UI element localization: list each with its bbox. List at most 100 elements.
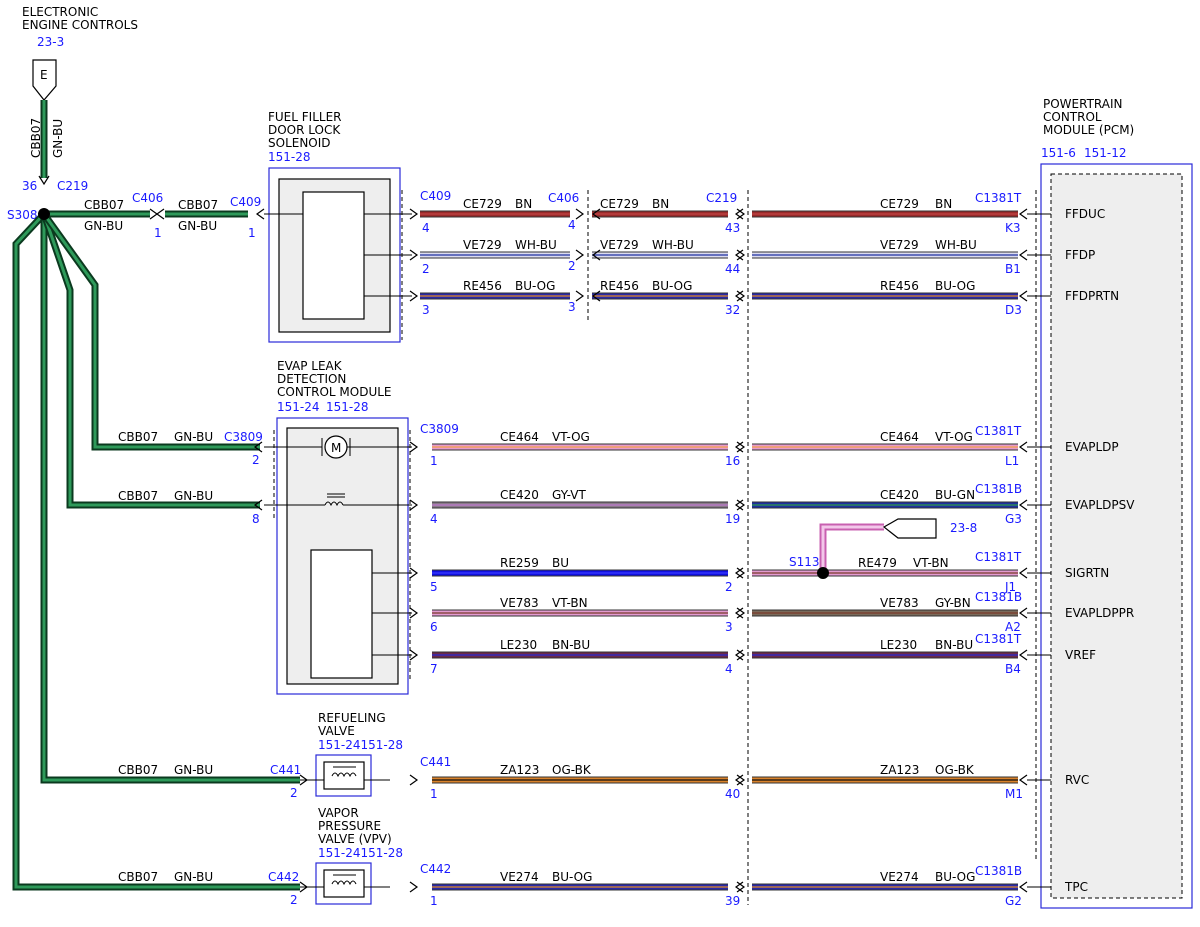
evapldp-right-conn: C1381T bbox=[975, 424, 1022, 438]
ffduc-left-pin: 4 bbox=[422, 221, 430, 235]
ffdls-title-line3: SOLENOID bbox=[268, 136, 331, 150]
rvc-seg3-color: OG-BK bbox=[935, 763, 975, 777]
ffdprtn-mid-arrow-a bbox=[575, 290, 585, 302]
tpc-seg3-color: BU-OG bbox=[935, 870, 975, 884]
refuel-ref[interactable]: 151-24151-28 bbox=[318, 738, 403, 752]
vref-left-pin: 7 bbox=[430, 662, 438, 676]
splice-s308-dot bbox=[38, 208, 50, 220]
c406-arrow-a bbox=[149, 208, 159, 220]
evapldppr-c219-pin: 3 bbox=[725, 620, 733, 634]
evapldp-seg1-circuit: CE464 bbox=[500, 430, 539, 444]
evapldp-c219-pin: 16 bbox=[725, 454, 740, 468]
evapldppr-pcm-label: EVAPLDPPR bbox=[1065, 606, 1134, 620]
s113-ref[interactable]: 23-8 bbox=[950, 521, 977, 535]
c409-ground-connector[interactable]: C409 bbox=[230, 195, 261, 209]
ffdprtn-seg2-circuit: RE456 bbox=[600, 279, 639, 293]
eec-title-line1: ELECTRONIC bbox=[22, 5, 98, 19]
ffdprtn-left-pin: 3 bbox=[422, 303, 430, 317]
evapldppr-seg3-circuit: VE783 bbox=[880, 596, 919, 610]
evapldpsv-right-arrow bbox=[1018, 499, 1028, 511]
ground-c409-color: GN-BU bbox=[178, 219, 217, 233]
sigrtn-seg3-color: VT-BN bbox=[913, 556, 949, 570]
pcm-ref2[interactable]: 151-12 bbox=[1084, 146, 1127, 160]
c406-connector[interactable]: C406 bbox=[132, 191, 163, 205]
rvc-left-arrow bbox=[409, 774, 419, 786]
pcm-inner-box bbox=[1050, 173, 1183, 899]
ffdp-mid-pin: 2 bbox=[568, 259, 576, 273]
vpv-title-line3: VALVE (VPV) bbox=[318, 832, 392, 846]
branch2-circuit: CBB07 bbox=[118, 763, 158, 777]
ffdls-solenoid-body bbox=[302, 191, 365, 320]
branch0-connector[interactable]: C3809 bbox=[224, 430, 263, 444]
ffdp-right-arrow bbox=[1018, 249, 1028, 261]
fuel-filler-door-lock-solenoid: FUEL FILLER DOOR LOCK SOLENOID 151-28 bbox=[264, 110, 412, 343]
branch0-color: GN-BU bbox=[174, 430, 213, 444]
wiring-diagram: ELECTRONIC ENGINE CONTROLS 23-3 E CBB07 … bbox=[7, 5, 1193, 909]
ffduc-seg2-circuit: CE729 bbox=[600, 197, 639, 211]
ffduc-right-conn: C1381T bbox=[975, 191, 1022, 205]
eec-ref[interactable]: 23-3 bbox=[37, 35, 64, 49]
rvc-seg1-circuit: ZA123 bbox=[500, 763, 539, 777]
ground-feed-connector[interactable]: C219 bbox=[57, 179, 88, 193]
evapldpsv-seg1-circuit: CE420 bbox=[500, 488, 539, 502]
splice-s308[interactable]: S308 bbox=[7, 208, 38, 222]
evap-leak-detection-module: EVAP LEAK DETECTION CONTROL MODULE 151-2… bbox=[264, 359, 412, 695]
pcm-ref1[interactable]: 151-6 bbox=[1041, 146, 1076, 160]
ffdp-seg1-circuit: VE729 bbox=[463, 238, 502, 252]
evapldppr-right-arrow bbox=[1018, 607, 1028, 619]
signal-wires: CE729 BN CE729 BNC4064C4094C21943CE729 BN C13… bbox=[409, 189, 1135, 908]
branch3-circuit: CBB07 bbox=[118, 870, 158, 884]
evapldppr-right-conn: C1381B bbox=[975, 590, 1022, 604]
branch2-pin: 2 bbox=[290, 786, 298, 800]
branch2-color: GN-BU bbox=[174, 763, 213, 777]
vpv-title-line2: PRESSURE bbox=[318, 819, 381, 833]
refuel-title-line2: VALVE bbox=[318, 724, 355, 738]
tpc-seg3-circuit: VE274 bbox=[880, 870, 919, 884]
ground-c406-circuit: CBB07 bbox=[84, 198, 124, 212]
ffdp-mid-arrow-a bbox=[575, 249, 585, 261]
ffdp-left-pin: 2 bbox=[422, 262, 430, 276]
ffdprtn-c219-pin: 32 bbox=[725, 303, 740, 317]
evapldp-left-pin: 1 bbox=[430, 454, 438, 468]
branch0-pin: 2 bbox=[252, 453, 260, 467]
tpc-left-pin: 1 bbox=[430, 894, 438, 908]
vref-seg3-circuit: LE230 bbox=[880, 638, 917, 652]
branch2-connector[interactable]: C441 bbox=[270, 763, 301, 777]
ffdp-c219-pin: 44 bbox=[725, 262, 740, 276]
ffduc-c219-pin: 43 bbox=[725, 221, 740, 235]
motor-icon-letter: M bbox=[331, 441, 341, 455]
ffdls-ref[interactable]: 151-28 bbox=[268, 150, 311, 164]
evapldppr-seg1-color: VT-BN bbox=[552, 596, 588, 610]
evapldppr-seg3-color: GY-BN bbox=[935, 596, 971, 610]
rvc-left-conn: C441 bbox=[420, 755, 451, 769]
evapldpsv-right-conn: C1381B bbox=[975, 482, 1022, 496]
pcm-title-line1: POWERTRAIN bbox=[1043, 97, 1123, 111]
tpc-c219-pin: 39 bbox=[725, 894, 740, 908]
evapldpsv-seg3-circuit: CE420 bbox=[880, 488, 919, 502]
branch1-color: GN-BU bbox=[174, 489, 213, 503]
tpc-right-conn: C1381B bbox=[975, 864, 1022, 878]
rvc-c219-pin: 40 bbox=[725, 787, 740, 801]
ffdprtn-right-arrow bbox=[1018, 290, 1028, 302]
sigrtn-c219-pin: 2 bbox=[725, 580, 733, 594]
vref-right-pin: B4 bbox=[1005, 662, 1021, 676]
sigrtn-pcm-label: SIGRTN bbox=[1065, 566, 1109, 580]
pcm-title-line3: MODULE (PCM) bbox=[1043, 123, 1134, 137]
ffduc-seg3-circuit: CE729 bbox=[880, 197, 919, 211]
evap-sensor-body bbox=[310, 549, 373, 679]
evapldpsv-seg3-color: BU-GN bbox=[935, 488, 975, 502]
evap-ref2[interactable]: 151-28 bbox=[326, 400, 369, 414]
vpv-title-line1: VAPOR bbox=[318, 806, 359, 820]
evap-title-line1: EVAP LEAK bbox=[277, 359, 343, 373]
branch1-circuit: CBB07 bbox=[118, 489, 158, 503]
sigrtn-right-conn: C1381T bbox=[975, 550, 1022, 564]
ffdprtn-seg1-circuit: RE456 bbox=[463, 279, 502, 293]
tpc-pcm-label: TPC bbox=[1064, 880, 1088, 894]
splice-s113[interactable]: S113 bbox=[789, 555, 820, 569]
vpv-ref[interactable]: 151-24151-28 bbox=[318, 846, 403, 860]
ffduc-left-conn: C409 bbox=[420, 189, 451, 203]
evap-ref1[interactable]: 151-24 bbox=[277, 400, 320, 414]
branch3-pin: 2 bbox=[290, 893, 298, 907]
tpc-seg1-circuit: VE274 bbox=[500, 870, 539, 884]
branch3-connector[interactable]: C442 bbox=[268, 870, 299, 884]
